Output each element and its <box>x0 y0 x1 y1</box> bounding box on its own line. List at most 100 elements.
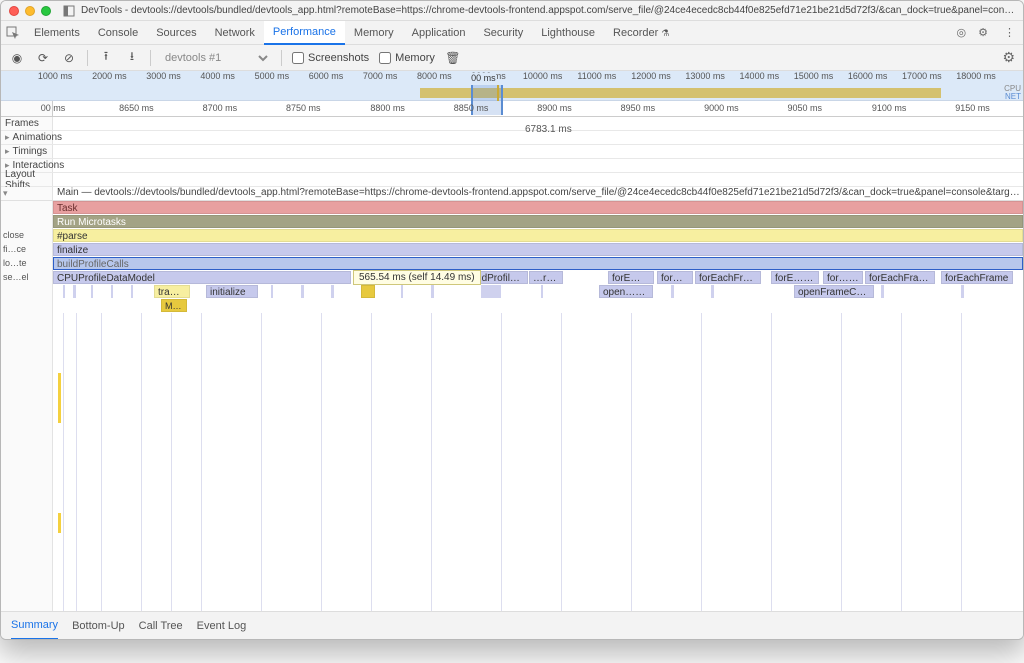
overview-tick: 18000 ms <box>956 71 996 81</box>
overview-sel-label: 00 ms <box>471 73 496 83</box>
ruler-tick: 8850 ms <box>454 103 489 113</box>
overview-tick: 2000 ms <box>92 71 127 81</box>
section-animations[interactable]: Animations <box>1 131 1023 145</box>
ruler-tick: 00 ms <box>41 103 66 113</box>
flame-openframecallback[interactable]: openFrameCallback <box>794 285 874 298</box>
ruler-tick: 8750 ms <box>286 103 321 113</box>
flame-gutter-label: se…el <box>3 272 51 282</box>
flame-initialize[interactable]: initialize <box>206 285 258 298</box>
overview-tick: 1000 ms <box>38 71 73 81</box>
btab-calltree[interactable]: Call Tree <box>139 613 183 639</box>
tab-network[interactable]: Network <box>206 21 264 45</box>
section-frames[interactable]: Frames 6783.1 ms <box>1 117 1023 131</box>
flame-finalize[interactable]: finalize <box>53 243 1023 256</box>
section-interactions[interactable]: Interactions <box>1 159 1023 173</box>
devtools-glyph-icon <box>63 5 75 17</box>
details-tabs: Summary Bottom-Up Call Tree Event Log <box>1 611 1023 639</box>
titlebar: DevTools - devtools://devtools/bundled/d… <box>1 1 1023 21</box>
btab-eventlog[interactable]: Event Log <box>197 613 247 639</box>
flame-deep-stacks <box>1 313 1023 611</box>
devtools-window: DevTools - devtools://devtools/bundled/d… <box>0 0 1024 640</box>
tab-lighthouse[interactable]: Lighthouse <box>532 21 604 45</box>
frame-marker: 6783.1 ms <box>525 124 572 135</box>
flame-foreachframe[interactable]: forEachFrame <box>695 271 761 284</box>
panel-tabs: Elements Console Sources Network Perform… <box>1 21 1023 45</box>
flame-traverse[interactable]: tra…ee <box>154 285 190 298</box>
overview-tick: 5000 ms <box>255 71 290 81</box>
overview-tick: 7000 ms <box>363 71 398 81</box>
flame-frame[interactable]: …rame <box>529 271 563 284</box>
overview-tick: 10000 ms <box>523 71 563 81</box>
clear-button[interactable]: ⊘ <box>61 51 77 65</box>
reload-record-button[interactable]: ⟳ <box>35 51 51 65</box>
btab-summary[interactable]: Summary <box>11 612 58 640</box>
overview-tick: 15000 ms <box>794 71 834 81</box>
btab-bottomup[interactable]: Bottom-Up <box>72 613 125 639</box>
tab-console[interactable]: Console <box>89 21 147 45</box>
close-window-button[interactable] <box>9 6 19 16</box>
overview-tick: 4000 ms <box>200 71 235 81</box>
flame-openframecallback[interactable]: open…back <box>599 285 653 298</box>
flame-ruler[interactable]: 00 ms 8650 ms 8700 ms 8750 ms 8800 ms 88… <box>1 101 1023 117</box>
section-layout-shifts[interactable]: Layout Shifts <box>1 173 1023 187</box>
flame-chunk[interactable] <box>361 285 375 298</box>
ruler-tick: 9050 ms <box>787 103 822 113</box>
flame-buildprofilecalls[interactable]: buildProfileCalls <box>462 271 528 284</box>
flame-foreachframe[interactable]: forEachFrame <box>865 271 935 284</box>
flame-gutter-label: fi…ce <box>3 244 51 254</box>
memory-toggle[interactable]: Memory <box>379 52 435 64</box>
flamechart[interactable]: Task Run Microtasks close #parse fi…ce f… <box>1 201 1023 611</box>
tab-performance[interactable]: Performance <box>264 21 345 45</box>
overview-tick: 16000 ms <box>848 71 888 81</box>
flame-parse[interactable]: #parse <box>53 229 1023 242</box>
record-button[interactable]: ◉ <box>9 51 25 65</box>
settings-icon[interactable]: ⚙ <box>970 26 996 39</box>
tab-sources[interactable]: Sources <box>147 21 205 45</box>
flame-cpuprofiledatamodel[interactable]: CPUProfileDataModel <box>53 271 351 284</box>
flame-foreachframe[interactable]: for…ame <box>823 271 863 284</box>
overview-tick: 11000 ms <box>577 71 616 81</box>
overview-tick: 6000 ms <box>309 71 344 81</box>
flame-foreachframe[interactable]: for…me <box>657 271 693 284</box>
inspect-icon[interactable] <box>1 26 25 40</box>
capture-settings-icon[interactable]: ⚙ <box>1002 49 1015 66</box>
tab-memory[interactable]: Memory <box>345 21 403 45</box>
save-profile-icon[interactable]: ⭳ <box>124 47 140 68</box>
load-profile-icon[interactable]: ⭱ <box>98 47 114 68</box>
overview-tick: 8000 ms <box>417 71 452 81</box>
flame-mc[interactable]: M…C <box>161 299 187 312</box>
flame-foreachframe[interactable]: forE…rame <box>771 271 819 284</box>
overview-tick: 3000 ms <box>146 71 181 81</box>
ruler-tick: 8950 ms <box>621 103 656 113</box>
garbage-collect-icon[interactable]: 🗑 <box>445 51 461 65</box>
ruler-tick: 8700 ms <box>203 103 238 113</box>
zoom-window-button[interactable] <box>41 6 51 16</box>
flame-gutter-label: close <box>3 230 51 240</box>
minimize-window-button[interactable] <box>25 6 35 16</box>
ruler-tick: 9100 ms <box>872 103 907 113</box>
section-timings[interactable]: Timings <box>1 145 1023 159</box>
overview-tick: 13000 ms <box>685 71 725 81</box>
flame-microtasks[interactable]: Run Microtasks <box>53 215 1023 228</box>
kebab-menu-icon[interactable]: ⋮ <box>996 26 1023 39</box>
tab-application[interactable]: Application <box>403 21 475 45</box>
overview-timeline[interactable]: 1000 ms 2000 ms 3000 ms 4000 ms 5000 ms … <box>1 71 1023 101</box>
window-title: DevTools - devtools://devtools/bundled/d… <box>81 5 1015 16</box>
ruler-tick: 8800 ms <box>370 103 405 113</box>
screenshots-toggle[interactable]: Screenshots <box>292 52 369 64</box>
profile-select[interactable]: devtools #1 <box>161 51 271 65</box>
ruler-tick: 8900 ms <box>537 103 572 113</box>
flame-foreachframe[interactable]: forE…ame <box>608 271 654 284</box>
window-controls <box>9 6 51 16</box>
performance-toolbar: ◉ ⟳ ⊘ ⭱ ⭳ devtools #1 Screenshots Memory… <box>1 45 1023 71</box>
section-main[interactable]: Main — devtools://devtools/bundled/devto… <box>1 187 1023 201</box>
ruler-tick: 9150 ms <box>955 103 990 113</box>
tab-security[interactable]: Security <box>474 21 532 45</box>
flame-task[interactable]: Task <box>53 201 1023 214</box>
issues-icon[interactable]: ◎ <box>949 26 971 39</box>
tab-elements[interactable]: Elements <box>25 21 89 45</box>
flame-foreachframe[interactable]: forEachFrame <box>941 271 1013 284</box>
flame-buildprofilecalls-selected[interactable]: buildProfileCalls <box>53 257 1023 270</box>
tab-recorder[interactable]: Recorder ⚗ <box>604 21 678 45</box>
ruler-tick: 9000 ms <box>704 103 739 113</box>
